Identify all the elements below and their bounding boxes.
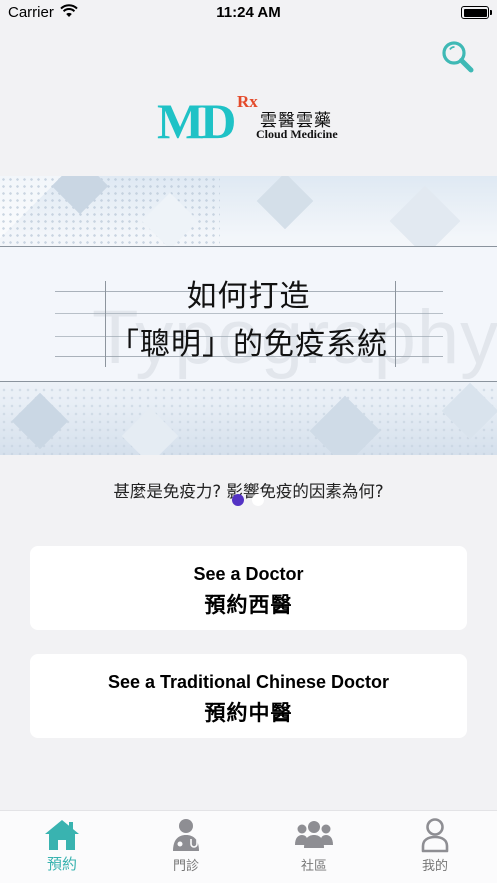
banner-title-line2: 「聰明」的免疫系統 [109,327,388,362]
page-indicator[interactable] [232,494,272,508]
logo-name-en: Cloud Medicine [256,127,338,141]
battery-icon [461,6,492,19]
see-tcm-doctor-button[interactable]: See a Traditional Chinese Doctor 預約中醫 [30,654,467,738]
home-icon [45,820,79,850]
tab-clinic[interactable]: 門診 [124,811,248,883]
tab-label: 社區 [300,859,327,874]
tab-label: 門診 [172,859,199,874]
community-icon [295,821,333,848]
doctor-icon [173,819,199,851]
status-bar: Carrier 11:24 AM [0,0,497,26]
card-title-zh: 預約西醫 [204,593,293,617]
tab-appointments[interactable]: 預約 [0,811,124,883]
tab-profile[interactable]: 我的 [373,811,497,883]
card-title-en: See a Traditional Chinese Doctor [107,672,390,692]
search-button[interactable] [439,38,477,76]
banner-title-line1: 如何打造 [186,279,311,314]
tab-label: 我的 [421,859,448,874]
tab-community[interactable]: 社區 [252,811,376,883]
see-doctor-button[interactable]: See a Doctor 預約西醫 [30,546,467,630]
tab-bar: 預約 門診 社區 我的 [0,810,497,883]
logo-mark: MD [157,93,236,149]
promo-banner[interactable]: Typography 如何打造 「聰明」的免疫系統 [0,176,497,455]
clock: 11:24 AM [216,4,281,21]
page-dot-active[interactable] [232,494,244,506]
profile-icon [421,818,449,853]
search-icon [442,41,474,73]
card-title-en: See a Doctor [193,564,304,584]
page-dot[interactable] [252,494,264,506]
card-title-zh: 預約中醫 [204,701,293,725]
app-logo: MD Rx 雲醫雲藥 Cloud Medicine [157,92,357,146]
tab-label: 預約 [46,855,77,873]
logo-rx: Rx [237,92,258,111]
